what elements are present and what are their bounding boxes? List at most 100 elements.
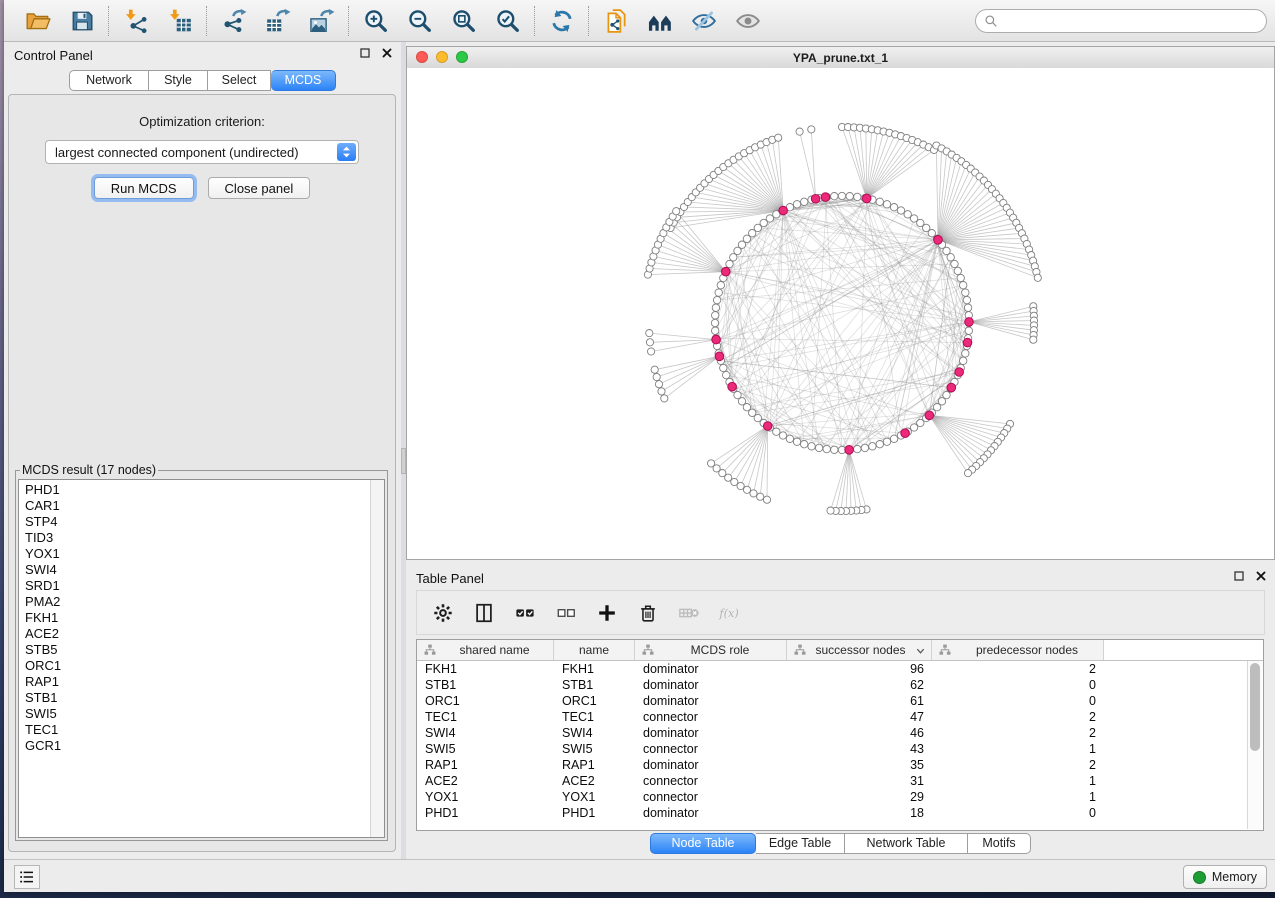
tab-style[interactable]: Style bbox=[149, 70, 208, 91]
mcds-result-node[interactable]: ACE2 bbox=[19, 626, 384, 642]
table-row[interactable]: RAP1RAP1dominator352 bbox=[417, 757, 1263, 773]
export-network-icon bbox=[221, 8, 247, 34]
mcds-result-group: MCDS result (17 nodes) PHD1CAR1STP4TID3Y… bbox=[15, 463, 388, 841]
close-window-icon[interactable] bbox=[416, 51, 428, 63]
deselect-all-rows-button[interactable] bbox=[554, 601, 578, 625]
mcds-result-node[interactable]: YOX1 bbox=[19, 546, 384, 562]
column-header-successor-nodes[interactable]: successor nodes bbox=[787, 640, 932, 660]
float-panel-icon[interactable] bbox=[359, 47, 371, 59]
table-row[interactable]: ACE2ACE2connector311 bbox=[417, 773, 1263, 789]
cell: connector bbox=[635, 774, 787, 788]
memory-button[interactable]: Memory bbox=[1183, 865, 1267, 889]
optimization-criterion-select[interactable]: largest connected component (undirected) bbox=[45, 140, 359, 164]
table-row[interactable]: SWI5SWI5connector431 bbox=[417, 741, 1263, 757]
cell: 2 bbox=[932, 662, 1104, 676]
mcds-result-node[interactable]: PMA2 bbox=[19, 594, 384, 610]
show-eye-icon bbox=[735, 8, 761, 34]
table-tabs: Node TableEdge TableNetwork TableMotifs bbox=[406, 833, 1275, 854]
mcds-result-node[interactable]: STP4 bbox=[19, 514, 384, 530]
apply-layout-button[interactable] bbox=[548, 7, 576, 35]
cell: SWI4 bbox=[417, 726, 554, 740]
add-column-button[interactable] bbox=[595, 601, 619, 625]
first-neighbors-button[interactable] bbox=[646, 7, 674, 35]
table-row[interactable]: YOX1YOX1connector291 bbox=[417, 789, 1263, 805]
zoom-in-button[interactable] bbox=[362, 7, 390, 35]
mcds-result-list[interactable]: PHD1CAR1STP4TID3YOX1SWI4SRD1PMA2FKH1ACE2… bbox=[18, 479, 385, 838]
open-file-button[interactable] bbox=[24, 7, 52, 35]
cell: 61 bbox=[787, 694, 932, 708]
table-row[interactable]: ORC1ORC1dominator610 bbox=[417, 693, 1263, 709]
gear-icon bbox=[432, 602, 454, 624]
task-history-button[interactable] bbox=[14, 865, 40, 889]
save-session-button[interactable] bbox=[68, 7, 96, 35]
column-layout-button[interactable] bbox=[472, 601, 496, 625]
close-panel-icon[interactable] bbox=[381, 47, 393, 59]
tab-network[interactable]: Network bbox=[69, 70, 149, 91]
import-table-button[interactable] bbox=[166, 7, 194, 35]
hide-selected-button[interactable] bbox=[690, 7, 718, 35]
mcds-result-node[interactable]: RAP1 bbox=[19, 674, 384, 690]
minimize-window-icon[interactable] bbox=[436, 51, 448, 63]
mcds-result-node[interactable]: TID3 bbox=[19, 530, 384, 546]
select-all-rows-button[interactable] bbox=[513, 601, 537, 625]
deselect-all-icon bbox=[555, 602, 577, 624]
export-table-button[interactable] bbox=[264, 7, 292, 35]
mcds-result-node[interactable]: GCR1 bbox=[19, 738, 384, 754]
show-all-button[interactable] bbox=[734, 7, 762, 35]
table-row[interactable]: PHD1PHD1dominator180 bbox=[417, 805, 1263, 821]
new-network-from-selection-button[interactable] bbox=[602, 7, 630, 35]
table-scrollbar-thumb[interactable] bbox=[1250, 663, 1260, 751]
column-header-shared-name[interactable]: shared name bbox=[417, 640, 554, 660]
zoom-selected-button[interactable] bbox=[494, 7, 522, 35]
cell: TEC1 bbox=[417, 710, 554, 724]
delete-column-button[interactable] bbox=[636, 601, 660, 625]
close-panel-button[interactable]: Close panel bbox=[208, 177, 311, 199]
import-network-icon bbox=[123, 8, 149, 34]
mcds-result-node[interactable]: STB5 bbox=[19, 642, 384, 658]
column-header-predecessor-nodes[interactable]: predecessor nodes bbox=[932, 640, 1104, 660]
zoom-out-button[interactable] bbox=[406, 7, 434, 35]
search-box[interactable] bbox=[975, 9, 1267, 33]
mcds-result-node[interactable]: SWI4 bbox=[19, 562, 384, 578]
tab-select[interactable]: Select bbox=[208, 70, 271, 91]
mcds-result-node[interactable]: TEC1 bbox=[19, 722, 384, 738]
cell: 18 bbox=[787, 806, 932, 820]
mcds-result-node[interactable]: ORC1 bbox=[19, 658, 384, 674]
zoom-fit-button[interactable] bbox=[450, 7, 478, 35]
search-input[interactable] bbox=[1003, 13, 1258, 29]
cell: dominator bbox=[635, 694, 787, 708]
float-table-panel-icon[interactable] bbox=[1233, 570, 1245, 582]
tab-motifs[interactable]: Motifs bbox=[968, 833, 1031, 854]
mcds-result-node[interactable]: CAR1 bbox=[19, 498, 384, 514]
run-mcds-button[interactable]: Run MCDS bbox=[94, 177, 194, 199]
cell: PHD1 bbox=[554, 806, 635, 820]
mcds-list-scrollbar[interactable] bbox=[370, 480, 384, 837]
table-row[interactable]: TEC1TEC1connector472 bbox=[417, 709, 1263, 725]
table-row[interactable]: FKH1FKH1dominator962 bbox=[417, 661, 1263, 677]
column-header-name[interactable]: name bbox=[554, 640, 635, 660]
column-header-MCDS-role[interactable]: MCDS role bbox=[635, 640, 787, 660]
tab-node-table[interactable]: Node Table bbox=[650, 833, 756, 854]
mcds-result-node[interactable]: SRD1 bbox=[19, 578, 384, 594]
cell: dominator bbox=[635, 726, 787, 740]
network-window-titlebar[interactable]: YPA_prune.txt_1 bbox=[407, 47, 1274, 69]
import-network-button[interactable] bbox=[122, 7, 150, 35]
table-toolbar: f(x) bbox=[416, 590, 1265, 635]
table-row[interactable]: SWI4SWI4dominator462 bbox=[417, 725, 1263, 741]
network-canvas[interactable] bbox=[407, 68, 1274, 559]
export-network-button[interactable] bbox=[220, 7, 248, 35]
tab-network-table[interactable]: Network Table bbox=[845, 833, 968, 854]
network-graph[interactable] bbox=[407, 68, 1274, 559]
mcds-result-node[interactable]: FKH1 bbox=[19, 610, 384, 626]
mcds-result-node[interactable]: STB1 bbox=[19, 690, 384, 706]
maximize-window-icon[interactable] bbox=[456, 51, 468, 63]
table-row[interactable]: STB1STB1dominator620 bbox=[417, 677, 1263, 693]
table-settings-button[interactable] bbox=[431, 601, 455, 625]
mcds-result-node[interactable]: SWI5 bbox=[19, 706, 384, 722]
tab-edge-table[interactable]: Edge Table bbox=[756, 833, 845, 854]
table-scrollbar[interactable] bbox=[1247, 661, 1262, 829]
close-table-panel-icon[interactable] bbox=[1255, 570, 1267, 582]
mcds-result-node[interactable]: PHD1 bbox=[19, 482, 384, 498]
export-image-button[interactable] bbox=[308, 7, 336, 35]
tab-mcds[interactable]: MCDS bbox=[271, 70, 336, 91]
